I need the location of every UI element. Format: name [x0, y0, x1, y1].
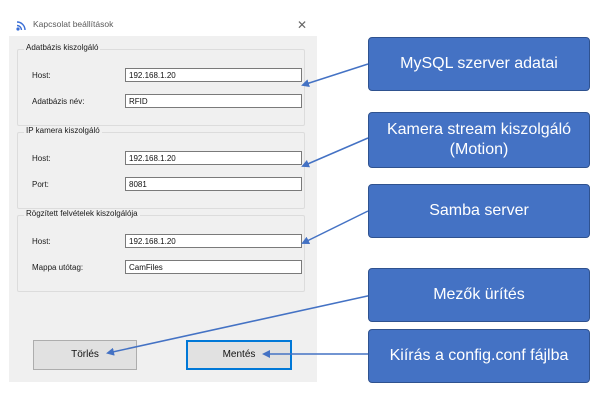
arrow-clear	[106, 294, 373, 356]
arrow-camera	[301, 137, 369, 168]
arrow-mysql	[301, 63, 369, 87]
callout-clear-text: Mezők ürítés	[433, 286, 525, 303]
callout-save: Kiírás a config.conf fájlba	[368, 329, 590, 383]
callout-mysql: MySQL szerver adatai	[368, 37, 590, 91]
callout-clear: Mezők ürítés	[368, 268, 590, 322]
callout-camera-line1: Kamera stream kiszolgáló	[386, 121, 572, 138]
callout-samba: Samba server	[368, 184, 590, 238]
callout-mysql-text: MySQL szerver adatai	[400, 55, 558, 72]
callout-camera-line2: (Motion)	[449, 141, 509, 158]
callout-camera: Kamera stream kiszolgáló (Motion)	[368, 112, 590, 168]
arrow-samba	[301, 210, 369, 244]
callout-samba-text: Samba server	[429, 202, 529, 219]
callout-save-text: Kiírás a config.conf fájlba	[389, 347, 569, 364]
